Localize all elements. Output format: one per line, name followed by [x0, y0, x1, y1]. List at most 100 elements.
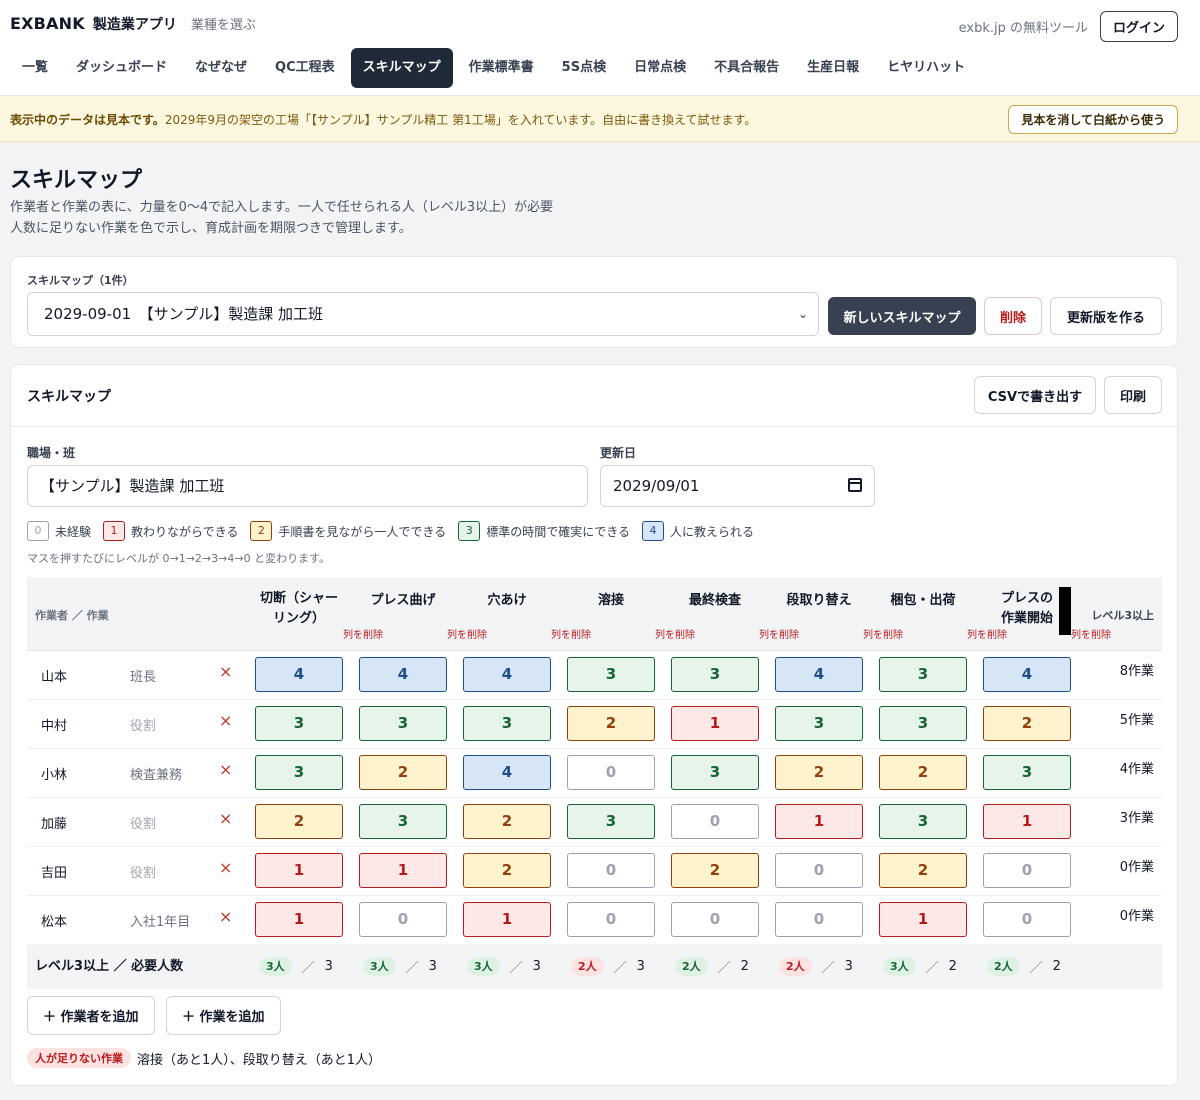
skill-cell[interactable]: 0: [567, 902, 655, 937]
need-count[interactable]: 3: [533, 959, 541, 974]
delete-column-link[interactable]: 列を削除: [759, 626, 799, 641]
worker-name[interactable]: 吉田: [41, 862, 67, 881]
map-select[interactable]: 2029-09-01 【サンプル】製造課 加工班 ⌄: [27, 292, 819, 336]
login-button[interactable]: ログイン: [1099, 11, 1178, 42]
skill-cell[interactable]: 3: [463, 706, 551, 741]
delete-column-link[interactable]: 列を削除: [343, 626, 383, 641]
tab-8[interactable]: 不具合報告: [702, 48, 791, 88]
skill-cell[interactable]: 2: [671, 853, 759, 888]
remove-worker-icon[interactable]: ×: [219, 760, 232, 779]
delete-column-link[interactable]: 列を削除: [447, 626, 487, 641]
skill-cell[interactable]: 3: [879, 657, 967, 692]
skill-cell[interactable]: 0: [567, 853, 655, 888]
clear-sample-button[interactable]: 見本を消して白紙から使う: [1008, 105, 1178, 134]
task-header-4[interactable]: 最終検査: [665, 591, 765, 611]
skill-cell[interactable]: 3: [775, 706, 863, 741]
tab-10[interactable]: ヒヤリハット: [875, 48, 977, 88]
worker-role[interactable]: 検査兼務: [130, 764, 182, 783]
tab-4[interactable]: スキルマップ: [350, 48, 453, 88]
skill-cell[interactable]: 4: [775, 657, 863, 692]
revision-button[interactable]: 更新版を作る: [1050, 297, 1162, 335]
skill-cell[interactable]: 0: [983, 853, 1071, 888]
task-header-1[interactable]: プレス曲げ: [353, 591, 453, 611]
skill-cell[interactable]: 0: [983, 902, 1071, 937]
skill-cell[interactable]: 3: [671, 657, 759, 692]
worker-name[interactable]: 山本: [41, 666, 67, 685]
skill-cell[interactable]: 2: [879, 755, 967, 790]
task-header-3[interactable]: 溶接: [561, 591, 661, 611]
pick-industry-link[interactable]: 業種を選ぶ: [191, 14, 256, 33]
delete-map-button[interactable]: 削除: [984, 297, 1042, 335]
calendar-icon[interactable]: [848, 478, 862, 492]
remove-worker-icon[interactable]: ×: [219, 711, 232, 730]
worker-name[interactable]: 中村: [41, 715, 67, 734]
delete-column-link[interactable]: 列を削除: [863, 626, 903, 641]
worker-role[interactable]: 役割: [130, 715, 156, 734]
need-count[interactable]: 2: [949, 959, 957, 974]
skill-cell[interactable]: 1: [775, 804, 863, 839]
worker-role[interactable]: 役割: [130, 813, 156, 832]
date-input[interactable]: 2029/09/01: [600, 465, 875, 507]
skill-cell[interactable]: 2: [359, 755, 447, 790]
need-count[interactable]: 3: [637, 959, 645, 974]
skill-cell[interactable]: 2: [463, 804, 551, 839]
skill-cell[interactable]: 1: [671, 706, 759, 741]
skill-cell[interactable]: 0: [567, 755, 655, 790]
skill-cell[interactable]: 2: [983, 706, 1071, 741]
skill-cell[interactable]: 3: [359, 706, 447, 741]
delete-column-link[interactable]: 列を削除: [1071, 626, 1111, 641]
worker-role[interactable]: 役割: [130, 862, 156, 881]
remove-worker-icon[interactable]: ×: [219, 809, 232, 828]
skill-cell[interactable]: 3: [879, 706, 967, 741]
skill-cell[interactable]: 1: [879, 902, 967, 937]
tab-6[interactable]: 5S点検: [550, 48, 618, 88]
delete-column-link[interactable]: 列を削除: [551, 626, 591, 641]
skill-cell[interactable]: 2: [567, 706, 655, 741]
skill-cell[interactable]: 0: [671, 902, 759, 937]
skill-cell[interactable]: 3: [359, 804, 447, 839]
add-worker-button[interactable]: ＋ 作業者を追加: [27, 996, 155, 1035]
skill-cell[interactable]: 1: [359, 853, 447, 888]
skill-cell[interactable]: 2: [879, 853, 967, 888]
remove-worker-icon[interactable]: ×: [219, 858, 232, 877]
worker-name[interactable]: 松本: [41, 911, 67, 930]
task-header-7[interactable]: プレスの 作業開始: [977, 589, 1077, 629]
need-count[interactable]: 2: [1053, 959, 1061, 974]
add-task-button[interactable]: ＋ 作業を追加: [166, 996, 281, 1035]
skill-cell[interactable]: 4: [359, 657, 447, 692]
skill-cell[interactable]: 4: [255, 657, 343, 692]
delete-column-link[interactable]: 列を削除: [655, 626, 695, 641]
need-count[interactable]: 3: [845, 959, 853, 974]
task-header-0[interactable]: 切断（シャー リング）: [249, 589, 349, 629]
skill-cell[interactable]: 1: [255, 902, 343, 937]
skill-cell[interactable]: 3: [671, 755, 759, 790]
print-button[interactable]: 印刷: [1104, 376, 1162, 414]
skill-cell[interactable]: 3: [983, 755, 1071, 790]
skill-cell[interactable]: 4: [463, 755, 551, 790]
skill-cell[interactable]: 3: [567, 804, 655, 839]
new-map-button[interactable]: 新しいスキルマップ: [828, 297, 976, 335]
need-count[interactable]: 3: [429, 959, 437, 974]
need-count[interactable]: 3: [325, 959, 333, 974]
tab-5[interactable]: 作業標準書: [457, 48, 546, 88]
skill-cell[interactable]: 4: [983, 657, 1071, 692]
task-header-5[interactable]: 段取り替え: [769, 591, 869, 611]
skill-cell[interactable]: 3: [879, 804, 967, 839]
skill-cell[interactable]: 0: [359, 902, 447, 937]
tab-1[interactable]: ダッシュボード: [64, 48, 179, 88]
need-count[interactable]: 2: [741, 959, 749, 974]
worker-role[interactable]: 班長: [130, 666, 156, 685]
csv-export-button[interactable]: CSVで書き出す: [974, 376, 1096, 414]
skill-cell[interactable]: 1: [983, 804, 1071, 839]
logo[interactable]: EXBANK: [10, 14, 85, 33]
tab-3[interactable]: QC工程表: [263, 48, 347, 88]
skill-cell[interactable]: 2: [463, 853, 551, 888]
remove-worker-icon[interactable]: ×: [219, 662, 232, 681]
task-header-6[interactable]: 梱包・出荷: [873, 591, 973, 611]
skill-cell[interactable]: 2: [775, 755, 863, 790]
skill-cell[interactable]: 1: [255, 853, 343, 888]
skill-cell[interactable]: 0: [775, 902, 863, 937]
skill-cell[interactable]: 0: [671, 804, 759, 839]
worker-name[interactable]: 加藤: [41, 813, 67, 832]
workplace-input[interactable]: 【サンプル】製造課 加工班: [27, 465, 588, 507]
